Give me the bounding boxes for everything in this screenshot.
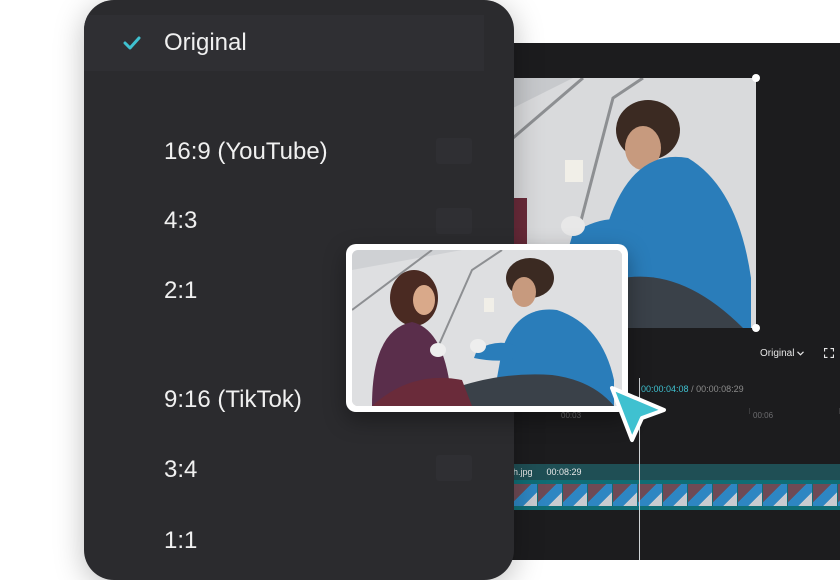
floating-preview-card[interactable]: [346, 244, 628, 412]
clip-name: h.jpg: [513, 467, 533, 477]
clip-frame: [563, 484, 587, 506]
menu-item-label: 2:1: [164, 277, 198, 304]
crop-handle-top-right[interactable]: [752, 74, 760, 82]
clip-frame: [663, 484, 687, 506]
menu-item-4-3[interactable]: 4:3: [84, 193, 484, 249]
ruler-label: 00:03: [561, 411, 582, 420]
aspect-ratio-value: Original: [760, 348, 795, 359]
aspect-ratio-select[interactable]: Original: [760, 348, 805, 359]
menu-item-3-4[interactable]: 3:4: [84, 442, 484, 498]
clip-header[interactable]: h.jpg 00:08:29: [513, 464, 840, 480]
clip-frame: [613, 484, 637, 506]
menu-item-1-1[interactable]: 1:1: [84, 513, 484, 569]
clip-frame: [588, 484, 612, 506]
menu-item-label: Original: [164, 29, 247, 56]
fullscreen-icon[interactable]: [824, 348, 834, 358]
menu-item-original[interactable]: Original: [84, 15, 484, 71]
chevron-down-icon: [797, 351, 805, 356]
clip-thumbnail-strip[interactable]: [513, 480, 840, 510]
clip-duration: 00:08:29: [546, 467, 582, 477]
preview-thumbnail: [352, 250, 622, 406]
menu-item-label: 3:4: [164, 456, 198, 483]
ruler-label: 00:06: [753, 411, 774, 420]
clip-frame: [738, 484, 762, 506]
pointer-cursor-icon: [610, 386, 666, 442]
menu-item-label: 16:9 (YouTube): [164, 138, 328, 165]
menu-item-label: 4:3: [164, 207, 198, 234]
clip-frame: [788, 484, 812, 506]
timecode-separator: /: [691, 384, 694, 394]
clip-frame: [813, 484, 837, 506]
menu-item-16-9[interactable]: 16:9 (YouTube): [84, 124, 484, 180]
check-icon: [123, 36, 141, 50]
clip-frame: [688, 484, 712, 506]
crop-handle-bottom-right[interactable]: [752, 324, 760, 332]
clip-frame: [638, 484, 662, 506]
clip-frame: [713, 484, 737, 506]
clip-frame: [538, 484, 562, 506]
clip-frame: [763, 484, 787, 506]
timecode-total: 00:00:08:29: [696, 384, 744, 394]
menu-item-label: 1:1: [164, 527, 198, 554]
menu-item-label: 9:16 (TikTok): [164, 386, 302, 413]
clip-frame: [513, 484, 537, 506]
